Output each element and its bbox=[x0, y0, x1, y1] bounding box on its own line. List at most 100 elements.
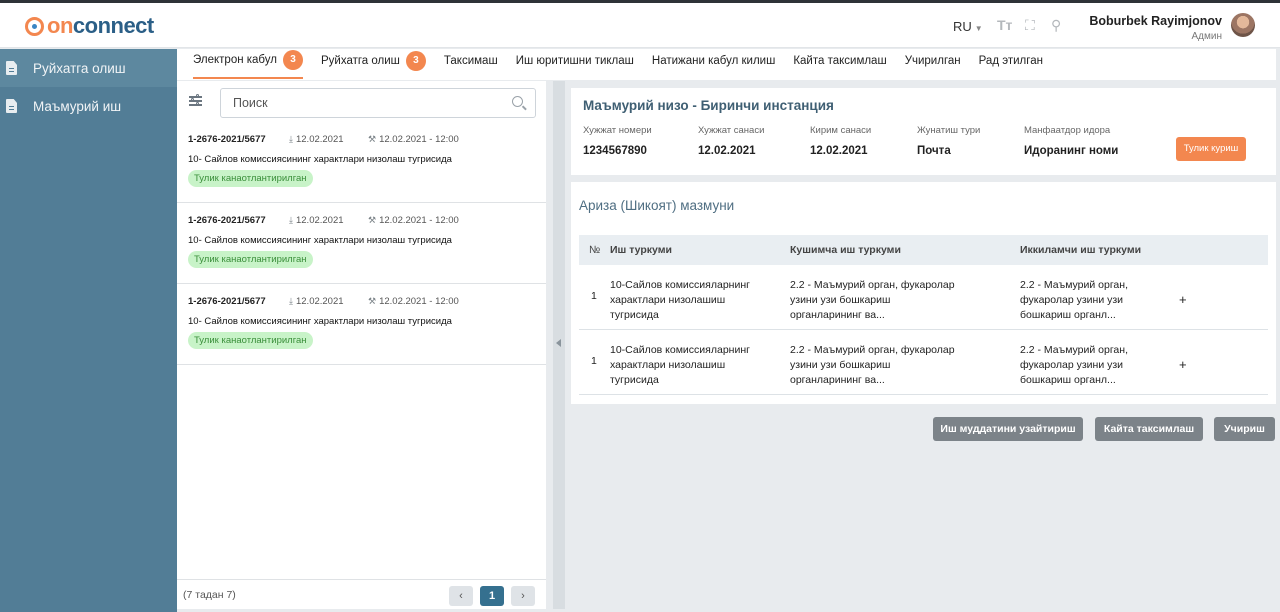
table-row: 1 10-Сайлов комиссияларнинг характлари н… bbox=[579, 265, 1268, 330]
case-card[interactable]: 1-2676-2021/5677 ⤓ 12.02.2021 ⚒ 12.02.2021… bbox=[177, 203, 546, 284]
download-icon: ⤓ bbox=[289, 295, 293, 306]
tab-electronic-reception[interactable]: Электрон кабул 3 bbox=[193, 49, 303, 79]
case-number: 1-2676-2021/5677 bbox=[188, 133, 266, 145]
user-name: Boburbek Rayimjonov bbox=[1089, 14, 1222, 28]
field-value: 1234567890 bbox=[583, 145, 647, 157]
count-badge: 3 bbox=[282, 50, 303, 70]
next-page-button[interactable]: › bbox=[511, 586, 535, 606]
tab-deleted[interactable]: Учирилган bbox=[905, 49, 961, 79]
field-document-date: Хужжат санаси 12.02.2021 bbox=[698, 125, 764, 157]
sidebar-item-registration[interactable]: Руйхатга олиш bbox=[0, 49, 177, 87]
logo-text-on: on bbox=[47, 13, 73, 38]
language-selector[interactable]: RU ▼ bbox=[953, 19, 983, 34]
case-info-title: Маъмурий низо - Биринчи инстанция bbox=[583, 98, 834, 113]
page-number-button[interactable]: 1 bbox=[480, 586, 504, 606]
table-header: № Иш туркуми Кушимча иш туркуми Иккиламч… bbox=[579, 235, 1268, 265]
fullscreen-icon[interactable]: ⛶ bbox=[1025, 17, 1035, 34]
tab-label: Таксимаш bbox=[443, 55, 498, 67]
view-full-button[interactable]: Тулик куриш bbox=[1176, 137, 1246, 161]
row-number: 1 bbox=[591, 355, 597, 367]
logo-icon bbox=[25, 16, 44, 36]
tab-label: Электрон кабул bbox=[193, 54, 277, 66]
tab-rejected[interactable]: Рад этилган bbox=[979, 49, 1043, 79]
document-icon bbox=[6, 61, 17, 75]
table-row: 1 10-Сайлов комиссияларнинг характлари н… bbox=[579, 330, 1268, 395]
user-info[interactable]: Boburbek Rayimjonov Админ bbox=[1089, 14, 1222, 42]
case-number: 1-2676-2021/5677 bbox=[188, 214, 266, 226]
field-label: Кирим санаси bbox=[810, 125, 872, 136]
hearing-datetime: 12.02.2021 - 12:00 bbox=[379, 295, 459, 307]
case-type-cell: 10-Сайлов комиссияларнинг характлари низ… bbox=[610, 279, 750, 321]
column-header: № bbox=[589, 244, 601, 256]
field-interested-agency: Манфаатдор идора Идоранинг номи bbox=[1024, 125, 1118, 157]
onconnect-logo[interactable]: on connect bbox=[25, 13, 154, 38]
complaint-content-card: Ариза (Шикоят) мазмуни № Иш туркуми Куши… bbox=[571, 182, 1276, 404]
case-card[interactable]: 1-2676-2021/5677 ⤓ 12.02.2021 ⚒ 12.02.2021… bbox=[177, 284, 546, 365]
field-label: Хужжат номери bbox=[583, 125, 652, 136]
column-header: Кушимча иш туркуми bbox=[790, 244, 901, 256]
hearing-datetime: 12.02.2021 - 12:00 bbox=[379, 133, 459, 145]
tab-accept-result[interactable]: Натижани кабул килиш bbox=[652, 49, 775, 79]
collapse-arrow-icon[interactable] bbox=[556, 339, 561, 347]
sidebar-item-label: Руйхатга олиш bbox=[33, 60, 126, 76]
field-document-number: Хужжат номери 1234567890 bbox=[583, 125, 652, 157]
field-value: Почта bbox=[917, 145, 951, 157]
gavel-icon: ⚒ bbox=[368, 133, 377, 144]
case-types-table: № Иш туркуми Кушимча иш туркуми Иккиламч… bbox=[579, 235, 1268, 395]
delete-button[interactable]: Учириш bbox=[1214, 417, 1275, 441]
count-badge: 3 bbox=[405, 51, 426, 71]
received-date: 12.02.2021 bbox=[295, 295, 344, 307]
received-date: 12.02.2021 bbox=[295, 133, 344, 145]
field-label: Хужжат санаси bbox=[698, 125, 765, 136]
field-label: Манфаатдор идора bbox=[1024, 125, 1111, 136]
additional-type-cell: 2.2 - Маъмурий орган, фукаролар узини уз… bbox=[790, 344, 955, 386]
caret-down-icon: ▼ bbox=[974, 24, 983, 33]
case-card[interactable]: 1-2676-2021/5677 ⤓ 12.02.2021 ⚒ 12.02.2021… bbox=[177, 122, 546, 203]
tab-label: Иш юритишни тиклаш bbox=[515, 55, 634, 67]
add-icon[interactable]: + bbox=[1179, 357, 1187, 372]
case-info-card: Маъмурий низо - Биринчи инстанция Хужжат… bbox=[571, 88, 1276, 175]
search-input[interactable] bbox=[233, 96, 493, 110]
field-delivery-type: Жунатиш тури Почта bbox=[917, 125, 980, 157]
gavel-icon: ⚒ bbox=[368, 214, 377, 225]
tab-label: Натижани кабул килиш bbox=[651, 55, 776, 67]
case-number: 1-2676-2021/5677 bbox=[188, 295, 266, 307]
filter-icon[interactable] bbox=[189, 94, 202, 107]
complaint-title: Ариза (Шикоят) мазмуни bbox=[579, 198, 735, 213]
download-icon: ⤓ bbox=[289, 214, 293, 225]
tab-label: Учирилган bbox=[904, 55, 961, 67]
column-header: Иккиламчи иш туркуми bbox=[1020, 244, 1142, 256]
case-list-panel: 1-2676-2021/5677 ⤓12.02.2021 ⚒12.02.2021… bbox=[177, 81, 546, 609]
additional-type-cell: 2.2 - Маъмурий орган, фукаролар узини уз… bbox=[790, 279, 955, 321]
tab-redistribution[interactable]: Кайта таксимлаш bbox=[793, 49, 886, 79]
row-number: 1 bbox=[591, 290, 597, 302]
field-value: 12.02.2021 bbox=[810, 145, 868, 157]
avatar[interactable] bbox=[1231, 13, 1255, 37]
status-badge: Тулик канаотлантирилган bbox=[188, 170, 313, 187]
tab-resume-proceedings[interactable]: Иш юритишни тиклаш bbox=[516, 49, 634, 79]
tab-registration[interactable]: Руйхатга олиш 3 bbox=[321, 49, 426, 79]
status-badge: Тулик канаотлантирилган bbox=[188, 251, 313, 268]
sidebar-item-administrative-case[interactable]: Маъмурий иш bbox=[0, 87, 177, 125]
field-value: 12.02.2021 bbox=[698, 145, 756, 157]
extend-term-button[interactable]: Иш муддатини узайтириш bbox=[933, 417, 1083, 441]
result-count: (7 тадан 7) bbox=[183, 589, 236, 601]
received-date: 12.02.2021 bbox=[295, 214, 344, 226]
document-icon bbox=[6, 99, 17, 113]
search-icon[interactable]: ⚲ bbox=[1051, 17, 1061, 34]
text-size-icon[interactable]: Tт bbox=[997, 17, 1012, 33]
search-icon[interactable] bbox=[512, 96, 523, 107]
language-label: RU bbox=[953, 19, 972, 34]
tab-label: Кайта таксимлаш bbox=[793, 55, 887, 67]
redistribute-button[interactable]: Кайта таксимлаш bbox=[1095, 417, 1203, 441]
download-icon: ⤓ bbox=[289, 133, 293, 144]
tab-bar: Электрон кабул 3 Руйхатга олиш 3 Таксимаш … bbox=[177, 49, 1276, 80]
tab-distribution[interactable]: Таксимаш bbox=[444, 49, 498, 79]
column-header: Иш туркуми bbox=[610, 244, 672, 256]
action-buttons: Иш муддатини узайтириш Кайта таксимлаш У… bbox=[0, 417, 1280, 441]
field-label: Жунатиш тури bbox=[917, 125, 981, 136]
add-icon[interactable]: + bbox=[1179, 292, 1187, 307]
panel-splitter[interactable] bbox=[553, 81, 565, 609]
pagination: (7 тадан 7) ‹ 1 › bbox=[177, 579, 546, 609]
prev-page-button[interactable]: ‹ bbox=[449, 586, 473, 606]
